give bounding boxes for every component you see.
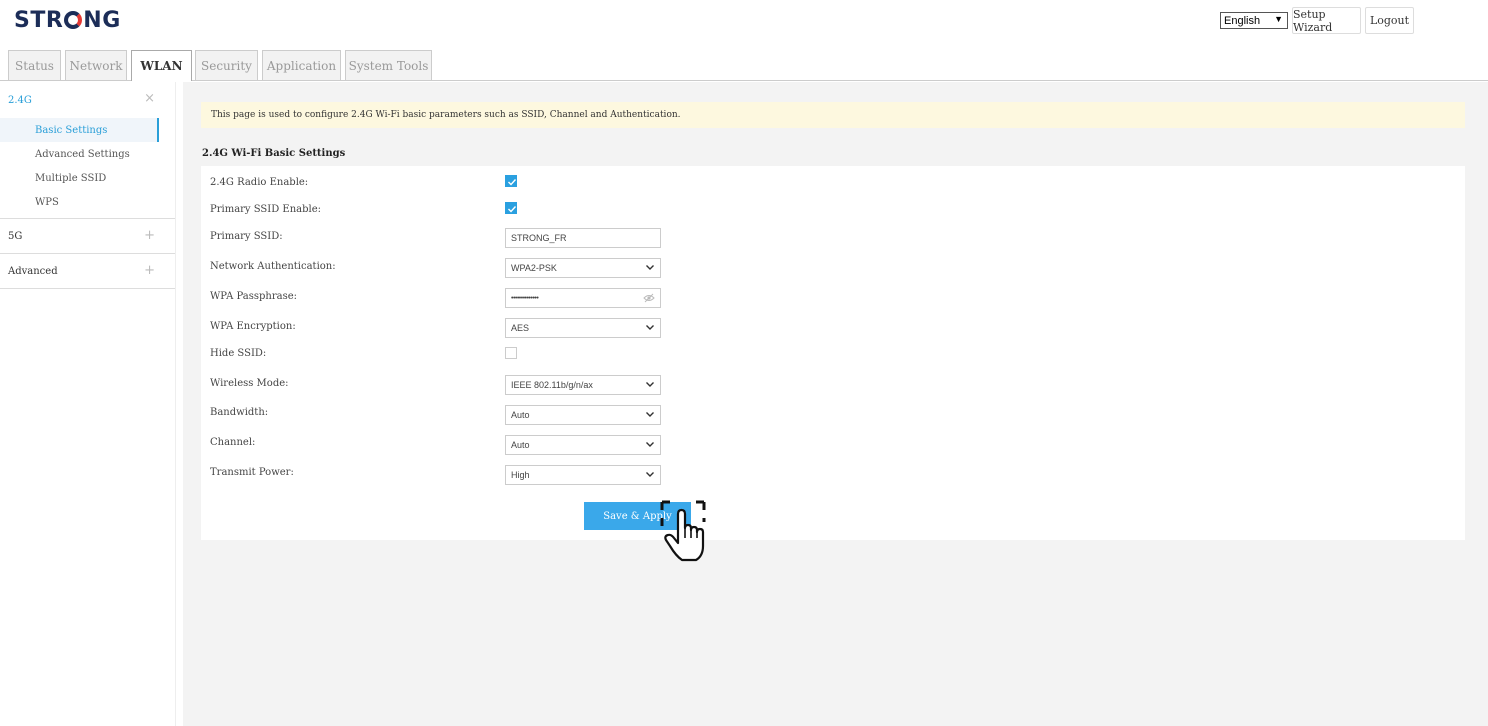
chevron-down-icon xyxy=(646,265,654,270)
language-select[interactable]: English ▼ xyxy=(1220,12,1288,29)
wpa-passphrase-label: WPA Passphrase: xyxy=(210,291,297,302)
sidebar-head-5g[interactable]: 5G + xyxy=(0,219,175,253)
hide-ssid-label: Hide SSID: xyxy=(210,348,267,359)
bandwidth-label: Bandwidth: xyxy=(210,407,269,418)
primary-ssid-input[interactable]: STRONG_FR xyxy=(505,228,661,248)
chevron-down-icon xyxy=(646,412,654,417)
strong-logo: STR NG xyxy=(14,8,121,33)
hand-pointer-icon xyxy=(660,500,706,562)
sidebar-group-5g: 5G + xyxy=(0,219,175,254)
chevron-down-icon xyxy=(646,325,654,330)
settings-panel: 2.4G Radio Enable: Primary SSID Enable: … xyxy=(201,166,1465,540)
primary-ssid-value: STRONG_FR xyxy=(511,233,567,243)
eye-icon[interactable] xyxy=(643,293,655,303)
expand-icon[interactable]: + xyxy=(144,263,155,278)
setup-wizard-button[interactable]: Setup Wizard xyxy=(1292,7,1361,34)
chevron-down-icon: ▼ xyxy=(1274,14,1283,24)
network-auth-select[interactable]: WPA2-PSK xyxy=(505,258,661,278)
radio-enable-label: 2.4G Radio Enable: xyxy=(210,177,309,188)
transmit-power-label: Transmit Power: xyxy=(210,467,294,478)
sidebar-head-label: 2.4G xyxy=(8,94,32,106)
radio-enable-checkbox[interactable] xyxy=(505,175,517,187)
sidebar-head-label: Advanced xyxy=(8,265,58,277)
transmit-power-select[interactable]: High xyxy=(505,465,661,485)
sidebar-head-advanced[interactable]: Advanced + xyxy=(0,254,175,288)
expand-icon[interactable]: + xyxy=(144,228,155,243)
language-value: English xyxy=(1224,14,1261,27)
bandwidth-value: Auto xyxy=(511,410,530,420)
sidebar-head-label: 5G xyxy=(8,230,23,242)
sidebar-item-wps[interactable]: WPS xyxy=(0,190,175,214)
channel-select[interactable]: Auto xyxy=(505,435,661,455)
transmit-power-value: High xyxy=(511,470,530,480)
wpa-encryption-value: AES xyxy=(511,323,530,333)
sidebar-group-advanced: Advanced + xyxy=(0,254,175,289)
wpa-encryption-select[interactable]: AES xyxy=(505,318,661,338)
hide-ssid-checkbox[interactable] xyxy=(505,347,517,359)
tab-wlan[interactable]: WLAN xyxy=(131,50,192,81)
primary-ssid-label: Primary SSID: xyxy=(210,231,283,242)
primary-ssid-enable-label: Primary SSID Enable: xyxy=(210,204,322,215)
sidebar: 2.4G × Basic Settings Advanced Settings … xyxy=(0,82,176,726)
sidebar-item-advanced-settings[interactable]: Advanced Settings xyxy=(0,142,175,166)
network-auth-value: WPA2-PSK xyxy=(511,263,557,273)
channel-value: Auto xyxy=(511,440,530,450)
tab-status[interactable]: Status xyxy=(8,50,61,80)
section-title: 2.4G Wi-Fi Basic Settings xyxy=(202,148,346,159)
wpa-passphrase-input[interactable]: •••••••••••••• xyxy=(505,288,661,308)
sidebar-head-2-4g[interactable]: 2.4G × xyxy=(0,82,175,118)
sidebar-item-basic-settings[interactable]: Basic Settings xyxy=(0,118,159,142)
wireless-mode-value: IEEE 802.11b/g/n/ax xyxy=(511,380,593,390)
network-auth-label: Network Authentication: xyxy=(210,261,336,272)
tab-security[interactable]: Security xyxy=(195,50,258,80)
main-content: This page is used to configure 2.4G Wi-F… xyxy=(183,82,1488,726)
logout-button[interactable]: Logout xyxy=(1365,7,1414,34)
chevron-down-icon xyxy=(646,442,654,447)
check-icon xyxy=(508,179,517,186)
primary-ssid-enable-checkbox[interactable] xyxy=(505,202,517,214)
collapse-icon[interactable]: × xyxy=(144,91,155,106)
tab-network[interactable]: Network xyxy=(65,50,127,80)
main-tabs: Status Network WLAN Security Application… xyxy=(0,50,1488,81)
channel-label: Channel: xyxy=(210,437,256,448)
header: STR NG English ▼ Setup Wizard Logout xyxy=(0,0,1488,44)
wireless-mode-select[interactable]: IEEE 802.11b/g/n/ax xyxy=(505,375,661,395)
sidebar-item-multiple-ssid[interactable]: Multiple SSID xyxy=(0,166,175,190)
tab-system-tools[interactable]: System Tools xyxy=(345,50,432,80)
wpa-passphrase-value: •••••••••••••• xyxy=(511,294,539,302)
logo-o-icon xyxy=(64,11,83,29)
sidebar-group-2-4g: 2.4G × Basic Settings Advanced Settings … xyxy=(0,82,175,219)
bandwidth-select[interactable]: Auto xyxy=(505,405,661,425)
wireless-mode-label: Wireless Mode: xyxy=(210,378,289,389)
tab-application[interactable]: Application xyxy=(262,50,341,80)
check-icon xyxy=(508,206,517,213)
info-notice: This page is used to configure 2.4G Wi-F… xyxy=(201,102,1465,128)
chevron-down-icon xyxy=(646,382,654,387)
wpa-encryption-label: WPA Encryption: xyxy=(210,321,296,332)
chevron-down-icon xyxy=(646,472,654,477)
